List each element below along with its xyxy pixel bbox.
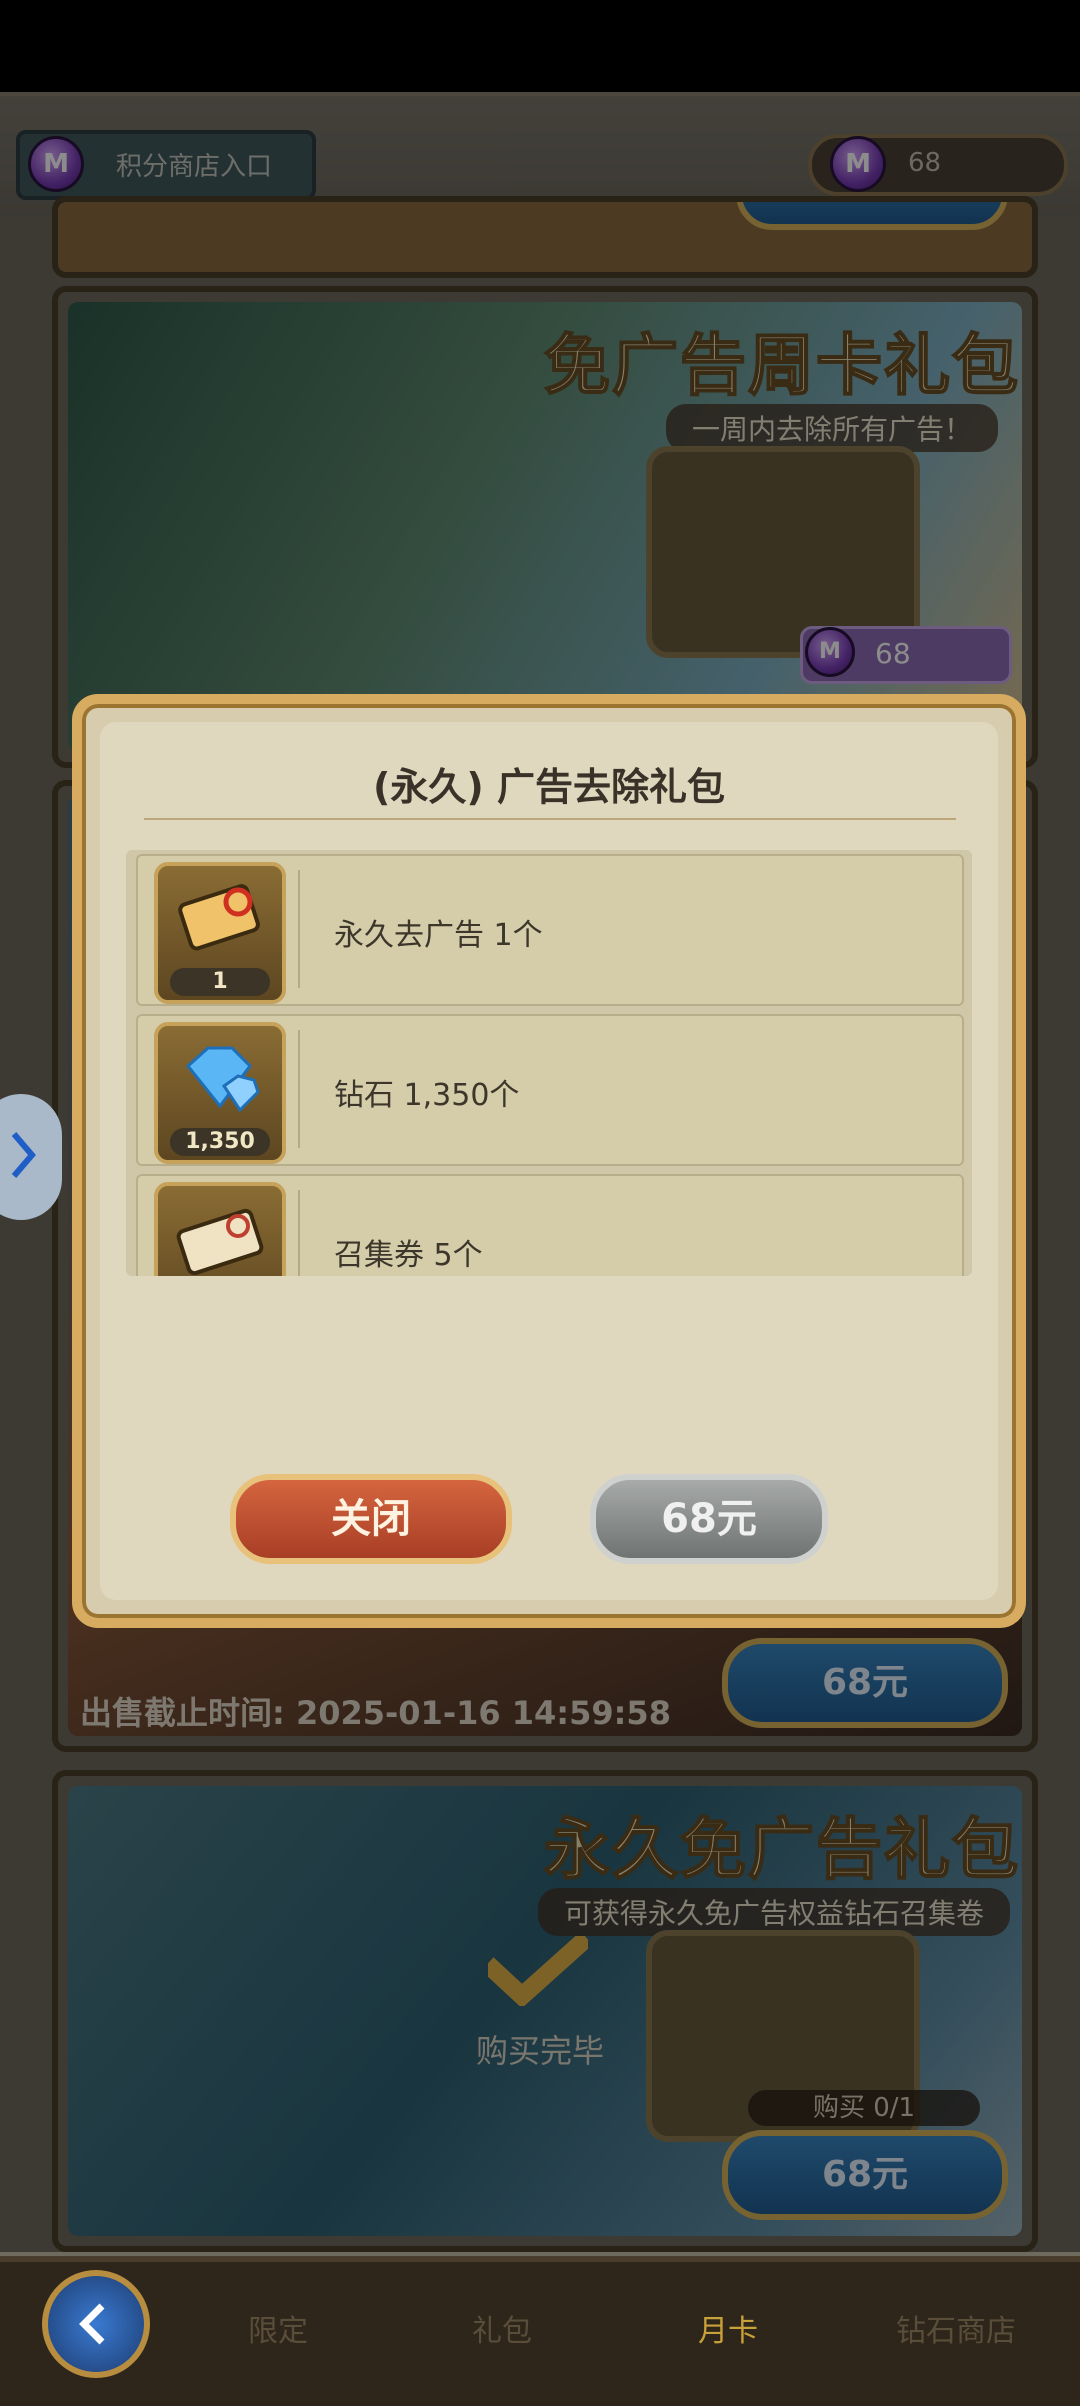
item-quantity-badge: 1 [170,968,270,996]
chevron-left-icon [74,2300,114,2352]
bottom-nav: 限定 礼包 月卡 钻石商店 [0,2256,1080,2406]
list-item: 1 永久去广告 1个 [136,854,964,1006]
item-label: 召集券 5个 [334,1238,483,1273]
summon-ticket-icon [154,1182,286,1276]
list-item: 1,350 钻石 1,350个 [136,1014,964,1166]
buy-button[interactable]: 68元 [590,1474,828,1564]
title-divider [144,818,956,820]
bundle-item-list[interactable]: 1 永久去广告 1个 1,350 钻石 1,350个 召集券 5个 [126,850,972,1276]
status-bar [0,0,1080,92]
side-expand-button[interactable] [0,1094,62,1220]
item-label: 钻石 1,350个 [334,1078,520,1113]
row-divider [298,870,300,988]
close-button[interactable]: 关闭 [230,1474,512,1564]
ad-remove-ticket-icon: 1 [154,862,286,1004]
list-item: 召集券 5个 [136,1174,964,1276]
back-button[interactable] [42,2270,150,2378]
row-divider [298,1030,300,1148]
item-label: 永久去广告 1个 [334,918,543,953]
chevron-right-icon [8,1128,38,1186]
tab-bundles[interactable]: 礼包 [472,2306,532,2350]
item-quantity-badge: 1,350 [170,1128,270,1156]
row-divider [298,1190,300,1276]
tab-monthly-card[interactable]: 月卡 [698,2306,758,2350]
tab-diamond-shop[interactable]: 钻石商店 [896,2306,1016,2350]
diamond-icon: 1,350 [154,1022,286,1164]
bundle-detail-dialog: (永久) 广告去除礼包 1 永久去广告 1个 1,350 钻石 1,350个 召… [72,694,1026,1628]
dialog-title: (永久) 广告去除礼包 [373,765,725,809]
tab-limited[interactable]: 限定 [248,2306,308,2350]
